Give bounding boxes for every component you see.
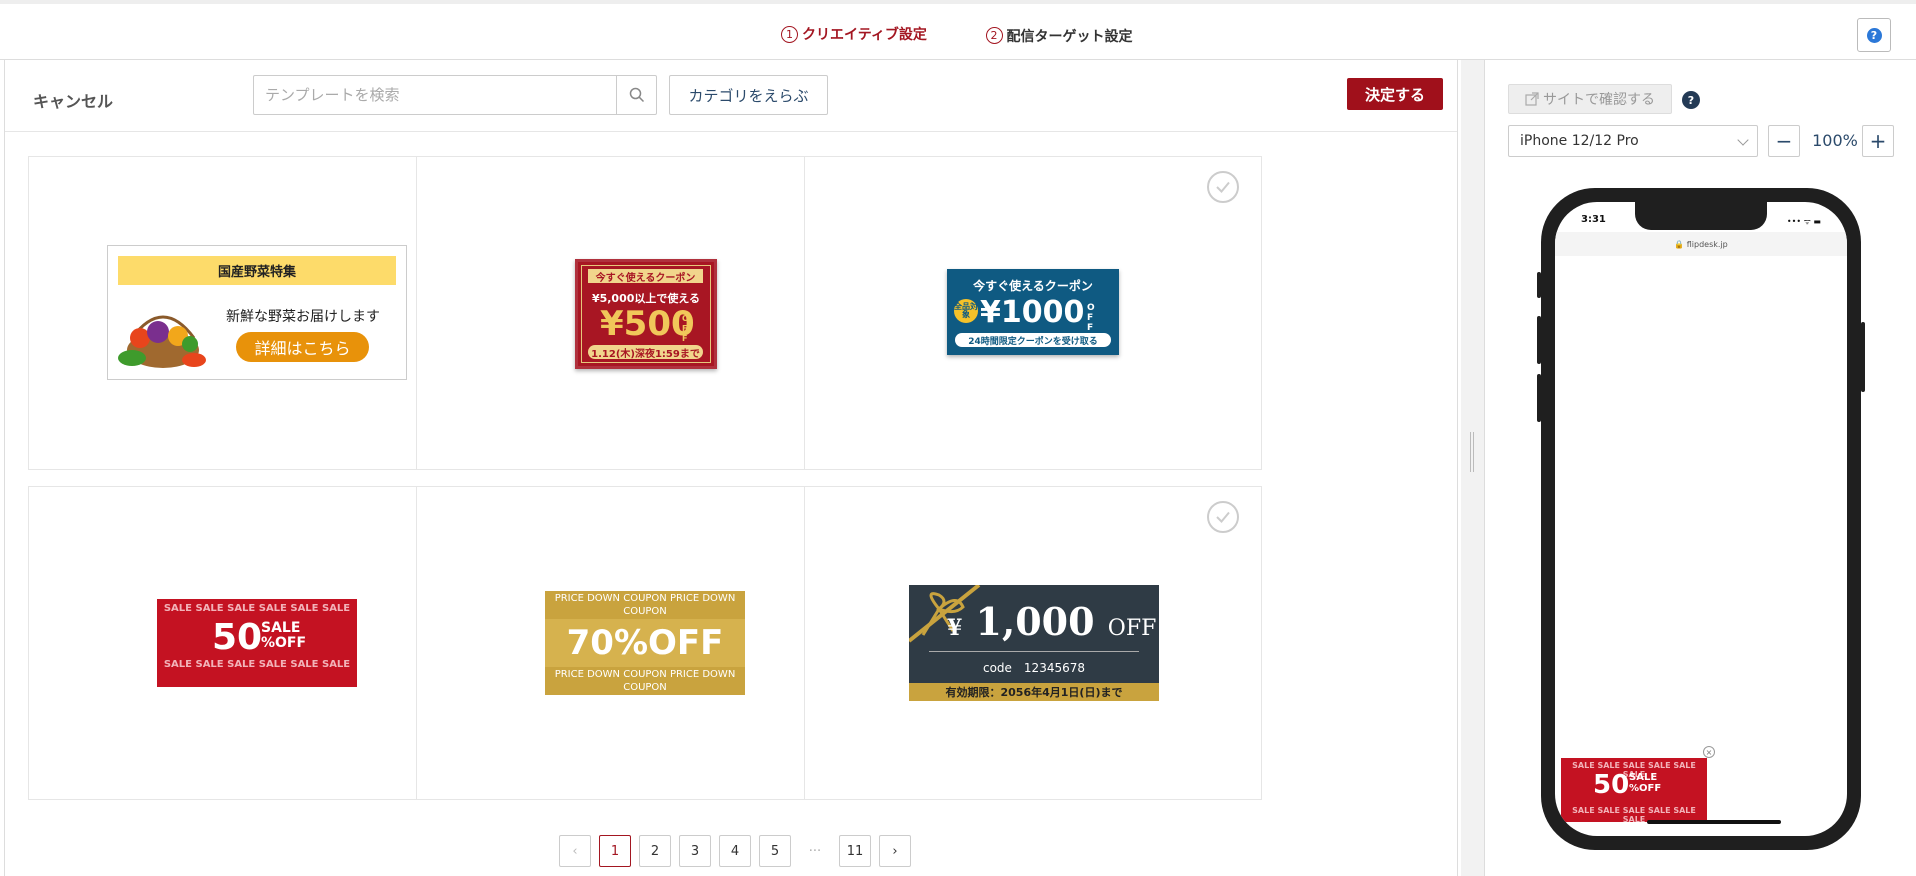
coupon-top: 今すぐ使えるクーポン	[588, 269, 703, 284]
search-button[interactable]	[616, 76, 656, 114]
category-select-button[interactable]: カテゴリをえらぶ	[669, 75, 828, 115]
template-card[interactable]: ¥ 1,000 OFF code 12345678 有効期限：2056年4月1日…	[804, 486, 1262, 800]
pagination-ellipsis: ···	[808, 843, 822, 859]
pagination: ‹ 1 2 3 4 5 ··· 11 ›	[559, 835, 911, 867]
banner-title: 国産野菜特集	[118, 256, 396, 285]
percent-off: %OFF	[261, 635, 307, 651]
select-check[interactable]	[1207, 501, 1239, 533]
preview-sale-banner[interactable]: SALE SALE SALE SALE SALE SALE 50 SALE %OF…	[1561, 758, 1707, 824]
device-value: iPhone 12/12 Pro	[1520, 133, 1639, 149]
zoom-in-button[interactable]: +	[1862, 125, 1894, 157]
close-icon[interactable]: ×	[1703, 746, 1715, 758]
preview-panel: サイトで確認する ? iPhone 12/12 Pro − 100% + 3:3…	[1486, 60, 1916, 876]
check-icon	[1216, 511, 1230, 523]
page-button[interactable]: 4	[719, 835, 751, 867]
tab-target-settings[interactable]: 2 配信ターゲット設定	[984, 8, 1134, 63]
coupon-1000-banner: 今すぐ使えるクーポン 全品対象 ¥1000 OFF 24時間限定クーポンを受け取…	[947, 269, 1119, 355]
coupon-badge: 全品対象	[954, 299, 978, 323]
resize-grip-icon	[1470, 432, 1474, 472]
page-button[interactable]: 5	[759, 835, 791, 867]
gift-coupon-banner: ¥ 1,000 OFF code 12345678 有効期限：2056年4月1日…	[909, 585, 1159, 701]
step-number: 1	[781, 25, 799, 43]
help-icon: ?	[1866, 27, 1882, 43]
template-search	[253, 75, 657, 115]
template-card[interactable]: 今すぐ使えるクーポン 全品対象 ¥1000 OFF 24時間限定クーポンを受け取…	[804, 156, 1262, 470]
vegetable-basket-image	[118, 315, 206, 368]
status-icons: ••• ᯤ ▬	[1786, 217, 1821, 226]
view-on-site-button[interactable]: サイトで確認する	[1508, 84, 1672, 114]
coupon-70-banner: PRICE DOWN COUPON PRICE DOWN COUPON 70%O…	[545, 591, 745, 695]
coupon-top: 今すぐ使えるクーポン	[973, 279, 1093, 293]
panel-resizer[interactable]	[1461, 60, 1485, 876]
template-panel: キャンセル カテゴリをえらぶ 決定する 国産野菜特集	[4, 60, 1458, 876]
view-on-site-label: サイトで確認する	[1543, 92, 1655, 108]
sale-50-banner: SALE SALE SALE SALE SALE SALE 50 SALE %OF…	[157, 599, 357, 687]
address-bar: 🔒 flipdesk.jp	[1555, 232, 1847, 256]
sale-percent: SALE %OFF	[261, 621, 306, 651]
page-button[interactable]: 1	[599, 835, 631, 867]
banner-detail-button: 詳細はこちら	[236, 332, 369, 362]
step-tabs: 1 クリエイティブ設定 2 配信ターゲット設定 ?	[0, 0, 1916, 63]
coupon-amount: 70%OFF	[566, 623, 724, 663]
step-number: 2	[985, 27, 1003, 44]
device-select[interactable]: iPhone 12/12 Pro	[1508, 125, 1758, 157]
select-check[interactable]	[1207, 171, 1239, 203]
tab-label: 配信ターゲット設定	[1006, 28, 1133, 45]
coupon-amount: ¥1000	[980, 295, 1085, 330]
sale-row: SALE SALE SALE SALE SALE SALE	[163, 659, 351, 670]
search-input[interactable]	[254, 76, 616, 114]
help-icon[interactable]: ?	[1682, 91, 1700, 109]
sale-number: 50	[1593, 770, 1630, 800]
check-icon	[1216, 181, 1230, 193]
cancel-button[interactable]: キャンセル	[33, 88, 113, 112]
phone-frame: 3:31 ••• ᯤ ▬ 🔒 flipdesk.jp × SALE SALE S…	[1541, 188, 1861, 850]
amount-value: 1,000	[975, 599, 1095, 644]
coupon-deadline: 1.12(木)深夜1:59まで	[588, 345, 703, 360]
tab-creative-settings[interactable]: 1 クリエイティブ設定	[768, 8, 940, 63]
coupon-expiry: 有効期限：2056年4月1日(日)まで	[909, 683, 1159, 701]
coupon-off: OFF	[682, 314, 689, 343]
next-page-button[interactable]: ›	[879, 835, 911, 867]
prev-page-button[interactable]: ‹	[559, 835, 591, 867]
home-indicator	[1647, 820, 1781, 824]
zoom-level: 100%	[1812, 131, 1858, 150]
sale-row: SALE SALE SALE SALE SALE SALE	[163, 603, 351, 614]
coupon-note: 24時間限定クーポンを受け取る	[955, 333, 1111, 347]
sale-word: SALE	[261, 620, 301, 636]
phone-screen: 3:31 ••• ᯤ ▬ 🔒 flipdesk.jp × SALE SALE S…	[1555, 202, 1847, 836]
template-toolbar: キャンセル カテゴリをえらぶ 決定する	[5, 60, 1457, 132]
sale-percent: SALE %OFF	[1629, 772, 1661, 794]
vegetable-banner: 国産野菜特集 新鮮な野菜お届けします 詳細はこちら	[107, 245, 407, 380]
page-button[interactable]: 11	[839, 835, 871, 867]
phone-power-button	[1861, 322, 1865, 392]
sale-word: SALE	[1629, 772, 1658, 783]
off-word: OFF	[1107, 616, 1157, 641]
coupon-row: PRICE DOWN COUPON PRICE DOWN COUPON	[554, 593, 736, 617]
yen-sign: ¥	[947, 615, 963, 641]
tab-label: クリエイティブ設定	[802, 27, 927, 43]
coupon-amount: ¥500	[600, 304, 695, 344]
chevron-down-icon	[1737, 134, 1749, 146]
divider	[929, 651, 1139, 652]
coupon-off: OFF	[1087, 303, 1095, 333]
zoom-out-button[interactable]: −	[1768, 125, 1800, 157]
coupon-amount: ¥ 1,000 OFF	[947, 599, 1156, 644]
sale-number: 50	[212, 617, 263, 658]
decide-button[interactable]: 決定する	[1347, 78, 1443, 110]
percent-off: %OFF	[1629, 783, 1662, 794]
phone-notch	[1635, 202, 1767, 230]
banner-text: 新鮮な野菜お届けします	[226, 309, 380, 325]
coupon-code: code 12345678	[982, 661, 1086, 675]
coupon-row: PRICE DOWN COUPON PRICE DOWN COUPON	[554, 669, 736, 693]
coupon-500-banner: 今すぐ使えるクーポン ¥5,000以上で使える ¥500 OFF 1.12(木)…	[575, 259, 717, 369]
search-icon	[629, 87, 644, 103]
help-button[interactable]: ?	[1857, 18, 1891, 52]
page-button[interactable]: 3	[679, 835, 711, 867]
page-button[interactable]: 2	[639, 835, 671, 867]
status-time: 3:31	[1581, 214, 1606, 225]
external-link-icon	[1525, 92, 1539, 106]
